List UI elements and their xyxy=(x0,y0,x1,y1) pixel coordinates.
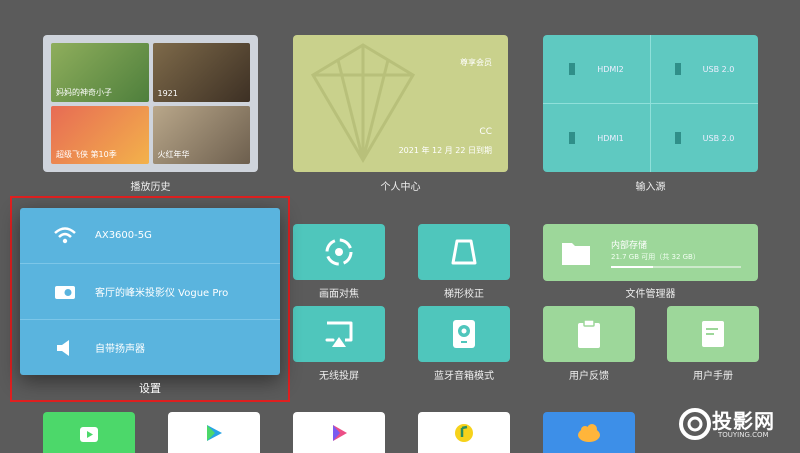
manual-tile[interactable] xyxy=(667,306,759,362)
input-source-caption: 输入源 xyxy=(635,182,666,193)
feedback-tile[interactable] xyxy=(543,306,635,362)
member-center-caption: 个人中心 xyxy=(380,182,421,193)
storage-title: 内部存储 xyxy=(611,241,648,251)
storage-detail: 21.7 GB 可用（共 32 GB） xyxy=(611,253,700,261)
settings-caption: 设置 xyxy=(139,382,161,395)
speaker-label: 自带扬声器 xyxy=(95,344,145,355)
storage-bar-fill xyxy=(611,266,653,268)
device-name-label: 客厅的峰米投影仪 Vogue Pro xyxy=(95,288,229,299)
play-app-icon xyxy=(207,424,222,441)
history-title: 超级飞侠 第10季 xyxy=(56,150,117,159)
app-tile-music[interactable] xyxy=(418,412,510,453)
file-manager-caption: 文件管理器 xyxy=(625,289,676,300)
member-username: CC xyxy=(479,127,492,137)
screencast-icon xyxy=(325,321,353,347)
member-expiry: 2021 年 12 月 22 日到期 xyxy=(398,146,492,155)
port-label: USB 2.0 xyxy=(702,133,735,143)
bluetooth-speaker-icon xyxy=(453,320,475,348)
storage-bar xyxy=(611,266,741,268)
app-tile-kids[interactable] xyxy=(543,412,635,453)
input-port-hdmi1[interactable]: HDMI1 xyxy=(543,104,650,172)
port-icon xyxy=(569,63,576,75)
wifi-item[interactable]: AX3600-5G xyxy=(20,208,280,263)
focus-tile[interactable] xyxy=(293,224,385,280)
port-label: USB 2.0 xyxy=(702,64,735,74)
bt-speaker-caption: 蓝牙音箱模式 xyxy=(434,371,494,382)
speaker-icon xyxy=(53,338,77,358)
feedback-caption: 用户反馈 xyxy=(569,371,609,382)
app-tile-media[interactable] xyxy=(293,412,385,453)
history-thumb[interactable]: 超级飞侠 第10季 xyxy=(51,105,149,164)
music-app-icon xyxy=(455,423,473,442)
focus-icon xyxy=(325,238,353,266)
history-title: 1921 xyxy=(157,88,178,98)
focus-caption: 画面对焦 xyxy=(319,289,359,300)
keystone-tile[interactable] xyxy=(418,224,510,280)
history-thumb[interactable]: 火红年华 xyxy=(152,105,250,164)
manual-caption: 用户手册 xyxy=(693,371,733,382)
port-icon xyxy=(674,132,681,144)
member-badge: 尊享会员 xyxy=(460,58,492,67)
input-port-usb[interactable]: USB 2.0 xyxy=(651,104,758,172)
play-history-tile[interactable]: 妈妈的神奇小子 1921 超级飞侠 第10季 火红年华 xyxy=(43,35,258,172)
keystone-icon xyxy=(451,239,477,265)
settings-popup[interactable]: AX3600-5G 客厅的峰米投影仪 Vogue Pro 自带扬声器 xyxy=(20,208,280,375)
watermark: 投影网 TOUYING.COM xyxy=(678,403,798,451)
cloud-app-icon xyxy=(578,423,600,442)
clipboard-icon xyxy=(578,319,600,348)
tv-app-icon xyxy=(80,426,98,442)
app-tile-tv[interactable] xyxy=(43,412,135,453)
manual-icon xyxy=(702,321,724,347)
port-label: HDMI1 xyxy=(597,133,624,143)
wifi-network-label: AX3600-5G xyxy=(95,230,152,241)
keystone-caption: 梯形校正 xyxy=(444,289,484,300)
input-source-tile[interactable]: HDMI2 USB 2.0 HDMI1 USB 2.0 xyxy=(543,35,758,172)
bt-speaker-tile[interactable] xyxy=(418,306,510,362)
watermark-logo-icon xyxy=(679,408,711,440)
port-icon xyxy=(569,132,576,144)
history-thumb[interactable]: 1921 xyxy=(152,43,250,102)
file-manager-tile[interactable]: 内部存储 21.7 GB 可用（共 32 GB） xyxy=(543,224,758,281)
folder-icon xyxy=(562,243,590,265)
history-thumb[interactable]: 妈妈的神奇小子 xyxy=(51,43,149,102)
wifi-icon xyxy=(53,226,77,245)
watermark-domain: TOUYING.COM xyxy=(718,431,769,439)
speaker-item[interactable]: 自带扬声器 xyxy=(20,320,280,375)
app-tile-video[interactable] xyxy=(168,412,260,453)
history-title: 火红年华 xyxy=(157,150,190,159)
input-port-usb[interactable]: USB 2.0 xyxy=(651,35,758,103)
watermark-brand: 投影网 xyxy=(712,409,775,433)
history-title: 妈妈的神奇小子 xyxy=(56,87,112,97)
projector-icon xyxy=(53,283,77,301)
input-port-hdmi2[interactable]: HDMI2 xyxy=(543,35,650,103)
port-icon xyxy=(674,63,681,75)
screencast-caption: 无线投屏 xyxy=(319,371,359,382)
port-label: HDMI2 xyxy=(597,64,624,74)
screencast-tile[interactable] xyxy=(293,306,385,362)
play-history-caption: 播放历史 xyxy=(130,182,171,193)
media-app-icon xyxy=(333,424,347,441)
device-name-item[interactable]: 客厅的峰米投影仪 Vogue Pro xyxy=(20,264,280,319)
member-center-tile[interactable]: 尊享会员 CC 2021 年 12 月 22 日到期 xyxy=(293,35,508,172)
